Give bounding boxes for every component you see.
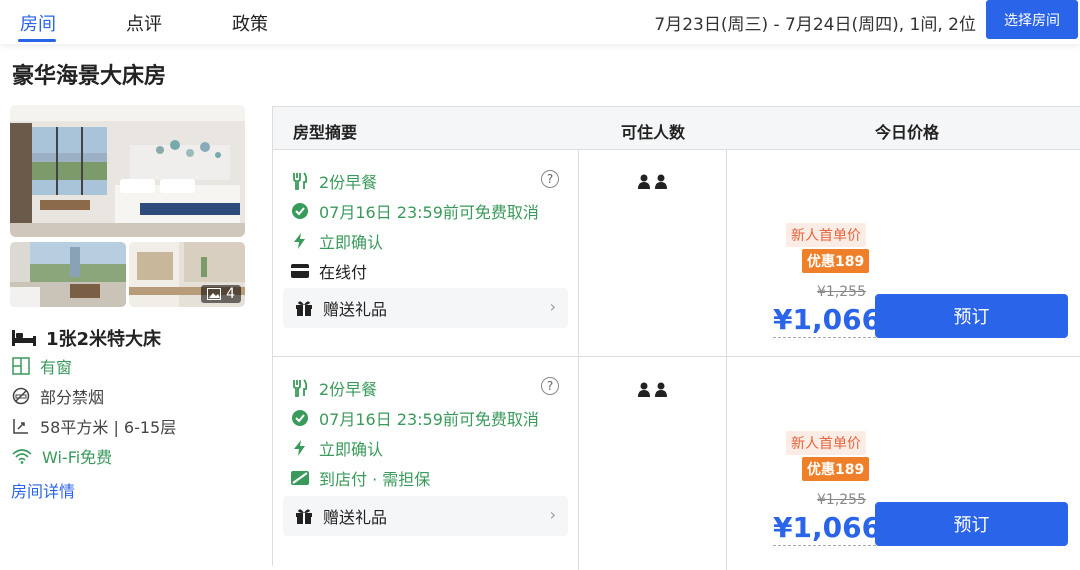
column-divider bbox=[726, 150, 727, 570]
feature-label: Wi-Fi免费 bbox=[42, 448, 113, 467]
column-header-summary: 房型摘要 bbox=[293, 123, 358, 142]
new-user-price-tag: 新人首单价 bbox=[786, 223, 866, 247]
confirmation-info: 立即确认 bbox=[291, 229, 383, 253]
pay-at-hotel-icon bbox=[291, 471, 309, 485]
payment-info: 在线付 bbox=[291, 259, 367, 283]
room-photo-thumb-2[interactable]: 4 bbox=[129, 242, 245, 307]
feature-wifi: Wi-Fi免费 bbox=[12, 444, 112, 468]
column-divider bbox=[578, 150, 579, 570]
book-button[interactable]: 预订 bbox=[875, 294, 1068, 338]
help-icon[interactable]: ? bbox=[541, 170, 559, 188]
column-header-price: 今日价格 bbox=[875, 123, 940, 142]
tab-rooms[interactable]: 房间 bbox=[20, 10, 56, 36]
gift-label: 赠送礼品 bbox=[323, 300, 388, 319]
cancellation-label: 07月16日 23:59前可免费取消 bbox=[319, 203, 539, 222]
area-icon bbox=[12, 417, 30, 435]
chevron-right-icon: › bbox=[549, 505, 556, 524]
help-icon[interactable]: ? bbox=[541, 377, 559, 395]
bed-icon bbox=[12, 330, 36, 346]
photo-count-badge[interactable]: 4 bbox=[201, 285, 241, 303]
cancellation-info: 07月16日 23:59前可免费取消 bbox=[291, 199, 539, 223]
original-price: ¥1,255 bbox=[817, 284, 866, 300]
rate-table: 房型摘要 可住人数 今日价格 2份早餐 ? 07月16日 23:59前可免费取消… bbox=[272, 106, 1080, 570]
chevron-right-icon: › bbox=[549, 297, 556, 316]
feature-area: 58平方米 | 6-15层 bbox=[12, 414, 176, 438]
bed-label: 1张2米特大床 bbox=[46, 329, 162, 350]
guests-icon bbox=[637, 382, 671, 398]
meal-label: 2份早餐 bbox=[319, 380, 378, 399]
active-tab-indicator bbox=[18, 39, 56, 42]
feature-window: 有窗 bbox=[12, 354, 72, 378]
feature-label: 58平方米 | 6-15层 bbox=[40, 418, 177, 437]
confirmation-label: 立即确认 bbox=[319, 233, 384, 252]
bed-info: 1张2米特大床 bbox=[12, 325, 161, 351]
feature-label: 有窗 bbox=[40, 358, 73, 377]
discount-badge: 优惠189 bbox=[802, 249, 870, 273]
table-header: 房型摘要 可住人数 今日价格 bbox=[273, 107, 1080, 150]
no-smoking-icon bbox=[12, 387, 30, 405]
card-icon bbox=[291, 264, 309, 278]
feature-label: 部分禁烟 bbox=[40, 388, 105, 407]
check-circle-icon bbox=[291, 409, 309, 427]
cancellation-info: 07月16日 23:59前可免费取消 bbox=[291, 406, 539, 430]
window-icon bbox=[12, 357, 30, 375]
tab-policies[interactable]: 政策 bbox=[232, 10, 268, 36]
row-divider bbox=[273, 356, 1080, 357]
feature-smoking: 部分禁烟 bbox=[12, 384, 104, 408]
gift-icon bbox=[295, 299, 313, 317]
payment-info: 到店付 · 需担保 bbox=[291, 466, 430, 490]
column-header-occupancy: 可住人数 bbox=[621, 123, 686, 142]
new-user-price-tag: 新人首单价 bbox=[786, 431, 866, 455]
book-button[interactable]: 预订 bbox=[875, 502, 1068, 546]
confirmation-info: 立即确认 bbox=[291, 436, 383, 460]
cancellation-label: 07月16日 23:59前可免费取消 bbox=[319, 410, 539, 429]
room-title: 豪华海景大床房 bbox=[12, 64, 167, 89]
guests-icon bbox=[637, 174, 671, 190]
meal-info: 2份早餐 bbox=[291, 169, 377, 193]
stay-dates[interactable]: 7月23日(周三) - 7月24日(周四), 1间, 2位 bbox=[654, 10, 976, 35]
tab-reviews[interactable]: 点评 bbox=[126, 10, 162, 36]
utensils-icon bbox=[291, 172, 309, 190]
check-circle-icon bbox=[291, 202, 309, 220]
room-details-link[interactable]: 房间详情 bbox=[11, 478, 75, 502]
confirmation-label: 立即确认 bbox=[319, 440, 384, 459]
lightning-icon bbox=[291, 232, 309, 250]
discount-badge: 优惠189 bbox=[802, 457, 870, 481]
wifi-icon bbox=[12, 448, 32, 464]
top-nav: 房间 点评 政策 7月23日(周三) - 7月24日(周四), 1间, 2位 选… bbox=[0, 0, 1080, 44]
gift-label: 赠送礼品 bbox=[323, 508, 388, 527]
meal-info: 2份早餐 bbox=[291, 376, 377, 400]
current-price[interactable]: ¥1,066 bbox=[773, 303, 882, 338]
meal-label: 2份早餐 bbox=[319, 173, 378, 192]
select-room-button[interactable]: 选择房间 bbox=[986, 0, 1078, 39]
gallery-icon bbox=[207, 288, 222, 300]
room-photo-main[interactable] bbox=[10, 105, 245, 237]
lightning-icon bbox=[291, 439, 309, 457]
utensils-icon bbox=[291, 379, 309, 397]
payment-label: 到店付 · 需担保 bbox=[319, 470, 431, 489]
gift-icon bbox=[295, 507, 313, 525]
photo-count: 4 bbox=[226, 286, 235, 302]
room-photo-thumb-1[interactable] bbox=[10, 242, 126, 307]
gift-row[interactable]: 赠送礼品 › bbox=[283, 288, 568, 328]
gift-row[interactable]: 赠送礼品 › bbox=[283, 496, 568, 536]
payment-label: 在线付 bbox=[319, 263, 368, 282]
current-price[interactable]: ¥1,066 bbox=[773, 511, 882, 546]
original-price: ¥1,255 bbox=[817, 492, 866, 508]
